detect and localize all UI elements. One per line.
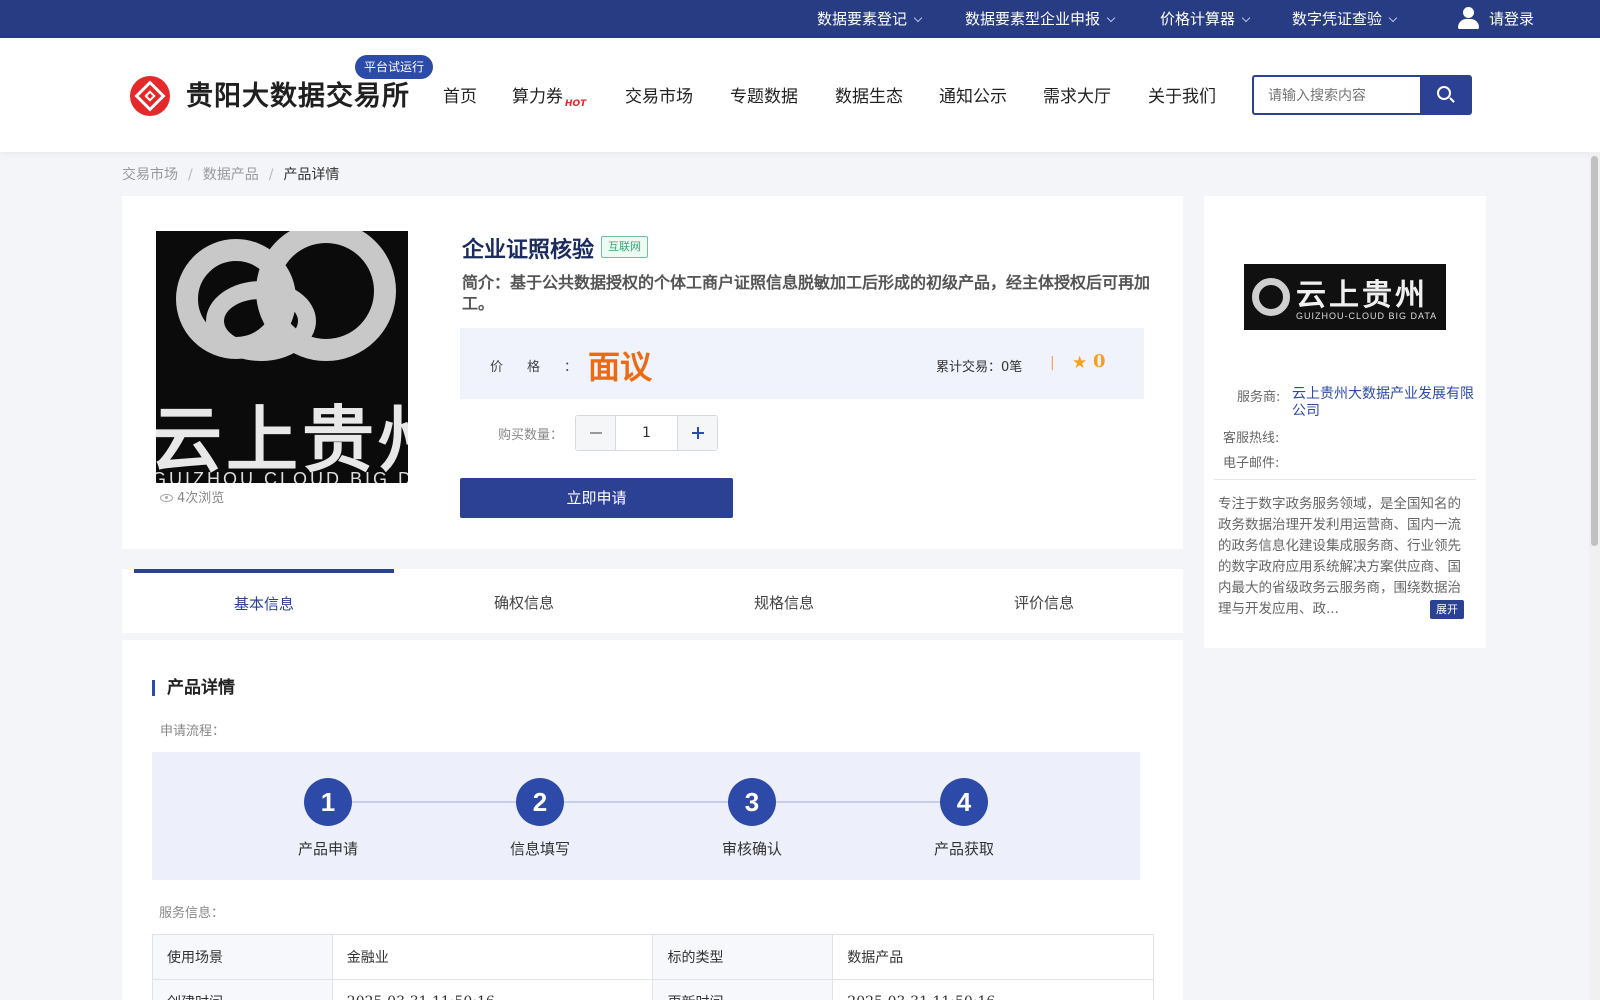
product-detail-section: 产品详情 申请流程： 1 产品申请 2 信息填写 3 审核确认 4 产品获取 服… bbox=[122, 640, 1183, 1000]
provider-card: 云上贵州 GUIZHOU-CLOUD BIG DATA 服务商: 云上贵州大数据… bbox=[1204, 196, 1486, 648]
service-info-label: 服务信息： bbox=[159, 906, 225, 921]
nav-demand-hall[interactable]: 需求大厅 bbox=[1043, 82, 1111, 107]
flow-connector bbox=[326, 801, 962, 803]
trial-badge: 平台试运行 bbox=[355, 55, 434, 79]
step-label: 产品申请 bbox=[297, 840, 358, 858]
table-row: 创建时间 2025-03-31 11:50:16 更新时间 2025-03-31… bbox=[152, 979, 1154, 1000]
step-label: 信息填写 bbox=[509, 840, 570, 858]
flow-step: 4 产品获取 bbox=[904, 778, 1024, 859]
product-tag: 互联网 bbox=[601, 236, 648, 258]
chevron-down-icon bbox=[1106, 13, 1116, 23]
tab-ownership-info[interactable]: 确权信息 bbox=[394, 569, 654, 633]
quantity-stepper: 1 bbox=[575, 415, 718, 451]
detail-tabs: 基本信息 确权信息 规格信息 评价信息 bbox=[122, 569, 1183, 633]
product-card: 云上贵州 GUIZHOU CLOUD BIG DATA 4次浏览 企业证照核验 … bbox=[122, 196, 1183, 549]
provider-name-label: 服务商: bbox=[1237, 390, 1281, 405]
expand-button[interactable]: 展开 bbox=[1430, 600, 1464, 619]
price-divider: | bbox=[1050, 355, 1055, 371]
quantity-label: 购买数量： bbox=[498, 428, 564, 443]
tab-review-info[interactable]: 评价信息 bbox=[914, 569, 1174, 633]
apply-flow: 1 产品申请 2 信息填写 3 审核确认 4 产品获取 bbox=[152, 752, 1140, 880]
step-number: 3 bbox=[728, 778, 776, 826]
quantity-increase-button[interactable] bbox=[677, 416, 717, 450]
chevron-down-icon bbox=[1241, 13, 1251, 23]
tab-basic-info[interactable]: 基本信息 bbox=[134, 569, 394, 633]
nav-topic-data[interactable]: 专题数据 bbox=[730, 82, 798, 107]
eye-icon bbox=[160, 493, 173, 502]
nav-about-us[interactable]: 关于我们 bbox=[1148, 82, 1216, 107]
hot-badge: HOT bbox=[565, 99, 587, 110]
nav-home[interactable]: 首页 bbox=[443, 82, 477, 107]
apply-flow-label: 申请流程： bbox=[160, 724, 226, 739]
trade-count: 累计交易：0笔 bbox=[936, 360, 1023, 375]
quantity-input[interactable]: 1 bbox=[616, 416, 677, 450]
quantity-decrease-button[interactable] bbox=[576, 416, 616, 450]
price-label: 价格： bbox=[490, 360, 602, 375]
view-count: 4次浏览 bbox=[160, 487, 224, 506]
search-box bbox=[1252, 75, 1472, 115]
provider-name-link[interactable]: 云上贵州大数据产业发展有限公司 bbox=[1292, 386, 1476, 420]
topbar-item-certificate-check[interactable]: 数字凭证查验 bbox=[1292, 0, 1398, 38]
product-title: 企业证照核验 bbox=[462, 237, 595, 263]
divider bbox=[1214, 479, 1476, 480]
breadcrumb-trading-market[interactable]: 交易市场 bbox=[122, 167, 178, 183]
apply-now-button[interactable]: 立即申请 bbox=[460, 478, 733, 518]
star-icon[interactable]: ★ bbox=[1072, 353, 1087, 373]
breadcrumb-current: 产品详情 bbox=[283, 167, 340, 183]
flow-step: 3 审核确认 bbox=[692, 778, 812, 859]
flow-step: 1 产品申请 bbox=[268, 778, 388, 859]
topbar-item-price-calculator[interactable]: 价格计算器 bbox=[1160, 0, 1251, 38]
user-icon bbox=[1457, 6, 1479, 30]
search-button[interactable] bbox=[1420, 77, 1470, 113]
login-link[interactable]: 请登录 bbox=[1457, 0, 1534, 38]
step-label: 审核确认 bbox=[721, 840, 782, 858]
chevron-down-icon bbox=[1388, 13, 1398, 23]
nav-trading-market[interactable]: 交易市场 bbox=[625, 82, 693, 107]
nav-notices[interactable]: 通知公示 bbox=[939, 82, 1007, 107]
breadcrumb-data-products[interactable]: 数据产品 bbox=[203, 167, 259, 183]
breadcrumb: 交易市场 / 数据产品 / 产品详情 bbox=[122, 167, 340, 183]
product-image: 云上贵州 GUIZHOU CLOUD BIG DATA bbox=[156, 231, 408, 483]
section-title: 产品详情 bbox=[152, 680, 235, 697]
nav-compute-voucher[interactable]: 算力券 HOT bbox=[512, 82, 586, 109]
provider-email: 电子邮件: bbox=[1223, 456, 1280, 471]
step-number: 2 bbox=[516, 778, 564, 826]
nav-data-ecosystem[interactable]: 数据生态 bbox=[835, 82, 903, 107]
minus-icon bbox=[590, 432, 602, 434]
site-logo-text[interactable]: 贵阳大数据交易所 bbox=[186, 74, 410, 113]
topbar-item-enterprise-apply[interactable]: 数据要素型企业申报 bbox=[965, 0, 1116, 38]
price-value: 面议 bbox=[588, 348, 653, 386]
logo-icon[interactable] bbox=[130, 76, 170, 116]
top-bar: 数据要素登记 数据要素型企业申报 价格计算器 数字凭证查验 请登录 bbox=[0, 0, 1600, 38]
star-count: 0 bbox=[1093, 351, 1106, 372]
flow-step: 2 信息填写 bbox=[480, 778, 600, 859]
scrollbar-thumb[interactable] bbox=[1591, 156, 1598, 546]
provider-logo: 云上贵州 GUIZHOU-CLOUD BIG DATA bbox=[1244, 264, 1446, 330]
search-input[interactable] bbox=[1254, 77, 1422, 113]
table-row: 使用场景 金融业 标的类型 数据产品 bbox=[152, 934, 1154, 980]
site-header: 贵阳大数据交易所 平台试运行 首页 算力券 HOT 交易市场 专题数据 数据生态 … bbox=[0, 38, 1600, 152]
product-description: 简介：基于公共数据授权的个体工商户证照信息脱敏加工后形成的初级产品，经主体授权后… bbox=[462, 273, 1151, 313]
tab-spec-info[interactable]: 规格信息 bbox=[654, 569, 914, 633]
step-label: 产品获取 bbox=[933, 840, 994, 858]
price-box: 价格： 面议 累计交易：0笔 | ★ 0 bbox=[460, 328, 1144, 399]
topbar-item-data-register[interactable]: 数据要素登记 bbox=[817, 0, 923, 38]
page-scrollbar[interactable] bbox=[1589, 152, 1600, 1000]
step-number: 1 bbox=[304, 778, 352, 826]
step-number: 4 bbox=[940, 778, 988, 826]
service-info-table: 使用场景 金融业 标的类型 数据产品 创建时间 2025-03-31 11:50… bbox=[152, 934, 1154, 1000]
chevron-down-icon bbox=[913, 13, 923, 23]
provider-hotline: 客服热线: bbox=[1223, 431, 1280, 446]
